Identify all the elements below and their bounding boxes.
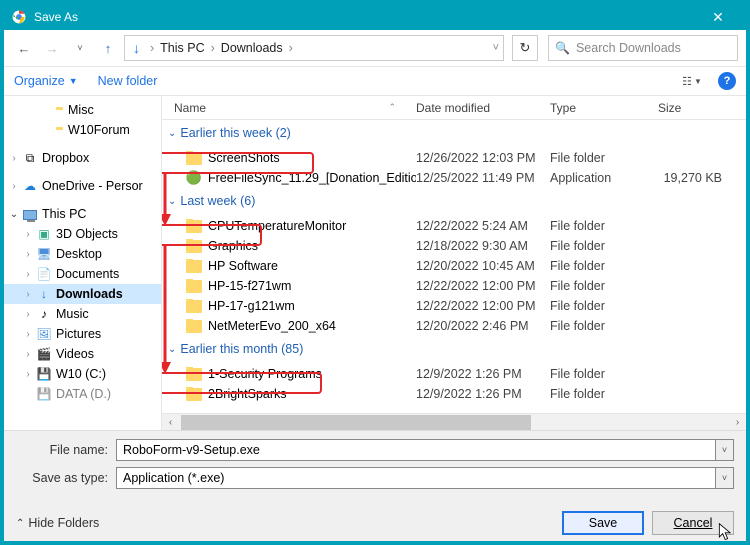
scroll-right-icon[interactable]: › [729, 417, 746, 428]
close-button[interactable]: ✕ [698, 9, 738, 26]
tree-dropbox[interactable]: ›⧉Dropbox [4, 148, 161, 168]
header-date[interactable]: Date modified [416, 101, 550, 115]
chevron-down-icon: ⌄ [168, 128, 176, 139]
toolbar: Organize ▼ New folder ☷ ▼ ? [4, 66, 746, 96]
filename-label: File name: [16, 443, 116, 457]
file-row[interactable]: NetMeterEvo_200_x6412/20/2022 2:46 PMFil… [162, 316, 746, 336]
tree-music[interactable]: ›♪Music [4, 304, 161, 324]
folder-icon [186, 300, 202, 313]
recent-dropdown[interactable]: ˅ [68, 36, 92, 60]
group-earlier-month[interactable]: ⌄Earlier this month (85) [162, 338, 746, 360]
crumb-downloads[interactable]: Downloads [221, 41, 283, 55]
save-button[interactable]: Save [562, 511, 644, 535]
group-last-week[interactable]: ⌄Last week (6) [162, 190, 746, 212]
filename-input[interactable]: RoboForm-v9-Setup.exe [116, 439, 716, 461]
up-button[interactable]: ↑ [96, 36, 120, 60]
tree-desktop[interactable]: ›🖥Desktop [4, 244, 161, 264]
file-list[interactable]: ⌄Earlier this week (2) ScreenShots12/26/… [162, 120, 746, 413]
header-size[interactable]: Size [658, 101, 746, 115]
app-icon: 🟢 [186, 170, 202, 186]
scroll-left-icon[interactable]: ‹ [162, 417, 179, 428]
organize-menu[interactable]: Organize [14, 74, 65, 88]
save-as-dialog: Save As ✕ ← → ˅ ↑ ↓ › This PC › Download… [4, 4, 746, 541]
file-row[interactable]: 2BrightSparks12/9/2022 1:26 PMFile folde… [162, 384, 746, 404]
view-options[interactable]: ☷ ▼ [676, 75, 708, 88]
titlebar: Save As ✕ [4, 4, 746, 30]
address-dropdown[interactable]: ˅ [493, 42, 499, 54]
chevron-down-icon: ⌄ [168, 344, 176, 355]
tree-documents[interactable]: ›📄Documents [4, 264, 161, 284]
tree-w10c[interactable]: ›💾W10 (C:) [4, 364, 161, 384]
scroll-thumb[interactable] [181, 415, 531, 430]
refresh-button[interactable]: ↻ [512, 35, 538, 61]
folder-icon [186, 152, 202, 165]
tree-thispc[interactable]: ⌄This PC [4, 204, 161, 224]
header-type[interactable]: Type [550, 101, 658, 115]
chrome-icon [12, 10, 26, 24]
tree-downloads[interactable]: ›↓Downloads [4, 284, 161, 304]
saveastype-label: Save as type: [16, 471, 116, 485]
address-bar[interactable]: ↓ › This PC › Downloads › ˅ [124, 35, 504, 61]
downloads-icon: ↓ [129, 40, 144, 56]
tree-videos[interactable]: ›🎬Videos [4, 344, 161, 364]
tree-onedrive[interactable]: ›☁OneDrive - Persor [4, 176, 161, 196]
tree-w10forum[interactable]: W10Forum [4, 120, 161, 140]
folder-icon [186, 260, 202, 273]
organize-dropdown-icon[interactable]: ▼ [69, 76, 78, 86]
new-folder-button[interactable]: New folder [98, 74, 158, 88]
nav-tree[interactable]: Misc W10Forum ›⧉Dropbox ›☁OneDrive - Per… [4, 96, 162, 430]
saveastype-dropdown[interactable]: ˅ [716, 467, 734, 489]
file-row[interactable]: CPUTemperatureMonitor12/22/2022 5:24 AMF… [162, 216, 746, 236]
tree-data[interactable]: 💾DATA (D.) [4, 384, 161, 404]
forward-button[interactable]: → [40, 36, 64, 60]
folder-icon [186, 320, 202, 333]
cancel-button[interactable]: Cancel [652, 511, 734, 535]
folder-icon [186, 220, 202, 233]
file-row[interactable]: HP Software12/20/2022 10:45 AMFile folde… [162, 256, 746, 276]
tree-misc[interactable]: Misc [4, 100, 161, 120]
chevron-right-icon: › [150, 41, 154, 55]
bottom-panel: File name: RoboForm-v9-Setup.exe ˅ Save … [4, 430, 746, 541]
cursor-icon [717, 522, 735, 542]
chevron-down-icon: ⌄ [168, 196, 176, 207]
folder-icon [186, 368, 202, 381]
group-earlier-week[interactable]: ⌄Earlier this week (2) [162, 122, 746, 144]
hide-folders-toggle[interactable]: ⌃Hide Folders [16, 516, 99, 530]
back-button[interactable]: ← [12, 36, 36, 60]
file-row[interactable]: HP-17-g121wm12/22/2022 12:00 PMFile fold… [162, 296, 746, 316]
help-button[interactable]: ? [718, 72, 736, 90]
header-name[interactable]: Name⌃ [162, 101, 416, 115]
chevron-up-icon: ⌃ [16, 518, 24, 529]
sort-indicator-icon: ⌃ [388, 102, 396, 113]
folder-icon [186, 240, 202, 253]
tree-3dobjects[interactable]: ›▣3D Objects [4, 224, 161, 244]
chevron-right-icon: › [211, 41, 215, 55]
file-row[interactable]: HP-15-f271wm12/22/2022 12:00 PMFile fold… [162, 276, 746, 296]
search-placeholder: Search Downloads [576, 41, 681, 55]
column-headers: Name⌃ Date modified Type Size [162, 96, 746, 120]
folder-icon [186, 280, 202, 293]
file-row[interactable]: Graphics12/18/2022 9:30 AMFile folder [162, 236, 746, 256]
file-row[interactable]: 🟢FreeFileSync_11.29_[Donation_Edition]_W… [162, 168, 746, 188]
nav-row: ← → ˅ ↑ ↓ › This PC › Downloads › ˅ ↻ 🔍 … [4, 30, 746, 66]
filename-dropdown[interactable]: ˅ [716, 439, 734, 461]
crumb-thispc[interactable]: This PC [160, 41, 204, 55]
file-row[interactable]: 1-Security Programs12/9/2022 1:26 PMFile… [162, 364, 746, 384]
file-row[interactable]: ScreenShots12/26/2022 12:03 PMFile folde… [162, 148, 746, 168]
search-input[interactable]: 🔍 Search Downloads [548, 35, 738, 61]
folder-icon [186, 388, 202, 401]
horizontal-scrollbar[interactable]: ‹ › [162, 413, 746, 430]
chevron-right-icon: › [289, 41, 293, 55]
saveastype-select[interactable]: Application (*.exe) [116, 467, 716, 489]
tree-pictures[interactable]: ›🖼Pictures [4, 324, 161, 344]
window-title: Save As [34, 10, 78, 24]
search-icon: 🔍 [555, 41, 570, 55]
